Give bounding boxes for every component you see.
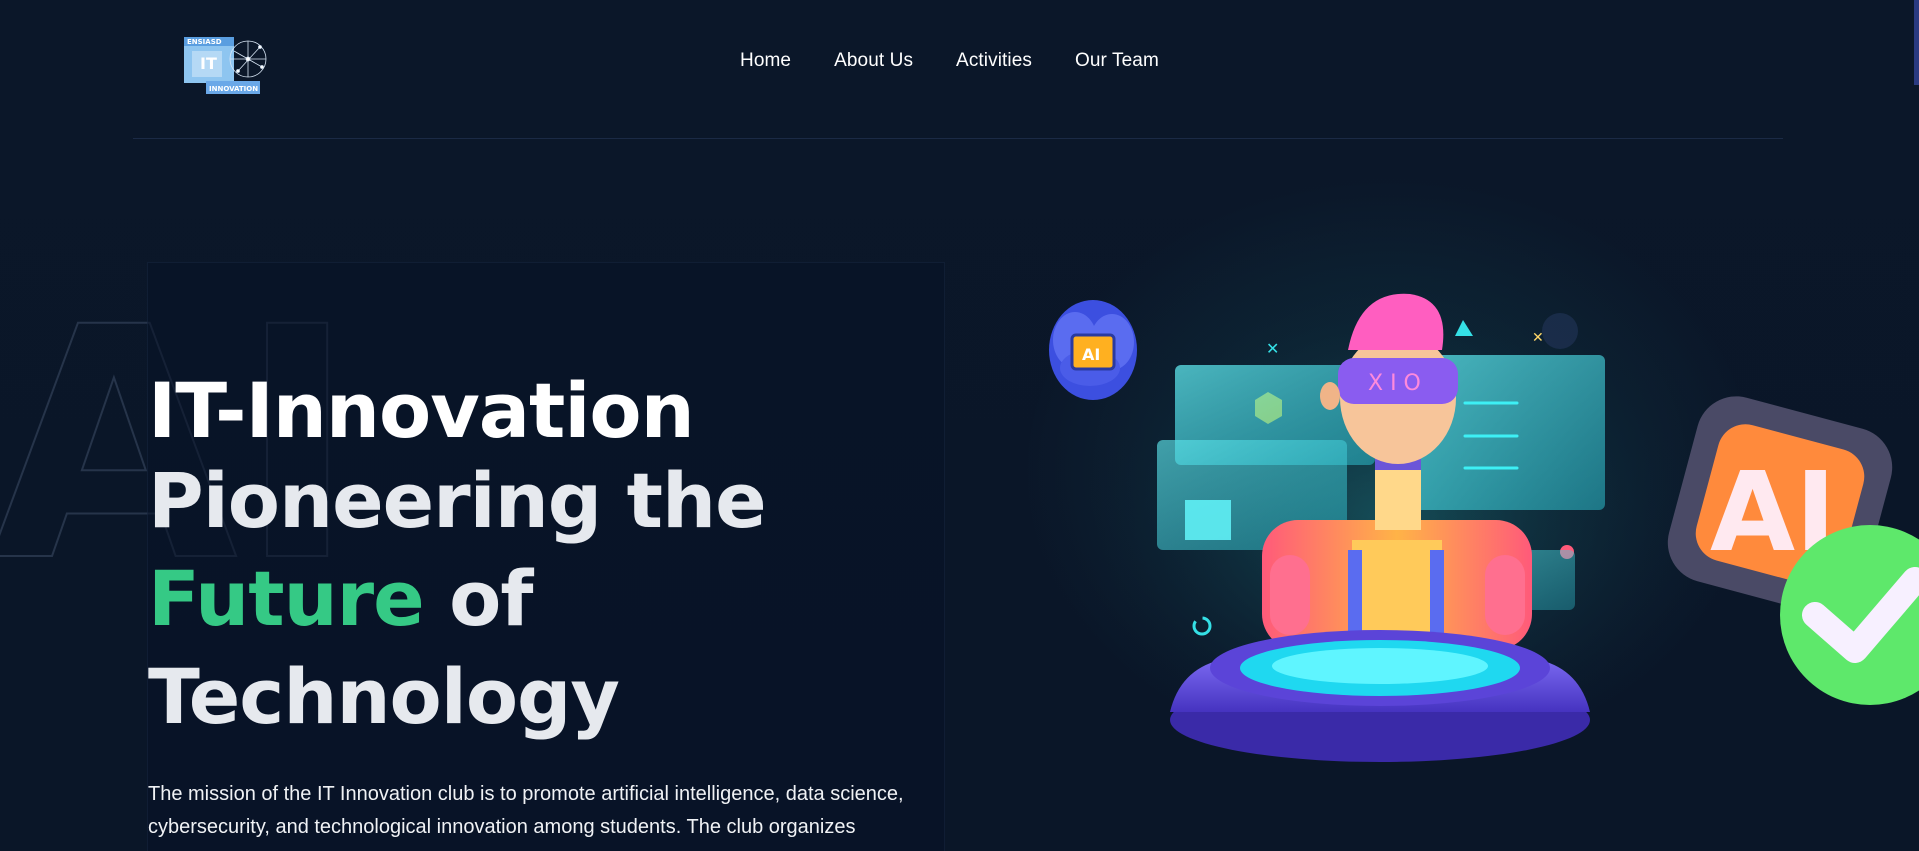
scrollbar-thumb[interactable]	[1914, 0, 1919, 85]
blur-orb	[1542, 313, 1578, 349]
cube-icon	[1185, 500, 1231, 540]
nav-our-team[interactable]: Our Team	[1075, 50, 1159, 72]
logo-bottom-text: INNOVATION	[209, 85, 258, 93]
nav-about-us[interactable]: About Us	[834, 50, 913, 72]
nav-links: Home About Us Activities Our Team	[740, 50, 1159, 72]
hero-title-line1: IT-Innovation	[148, 366, 695, 455]
visor-text: X I O	[1368, 371, 1421, 396]
brain-chip-label: AI	[1082, 345, 1100, 364]
hero-title-line2: Pioneering the	[148, 456, 767, 545]
hero-title-line3: Future of	[148, 550, 766, 648]
nav-home[interactable]: Home	[740, 50, 791, 72]
nav-divider	[133, 138, 1783, 139]
hologram-platform	[1170, 630, 1590, 762]
top-navigation: ENSIASD IT INNOVATION Home About Us Acti…	[0, 0, 1919, 138]
club-logo[interactable]: ENSIASD IT INNOVATION	[182, 33, 270, 97]
x-sparkle-icon-2: ✕	[1532, 330, 1544, 346]
x-sparkle-icon: ✕	[1266, 339, 1279, 358]
ai-chip-badge: AI	[1667, 396, 1919, 705]
page: ENSIASD IT INNOVATION Home About Us Acti…	[0, 0, 1919, 851]
logo-top-text: ENSIASD	[187, 38, 222, 46]
mission-text: The mission of the IT Innovation club is…	[148, 783, 904, 838]
hero-title-accent: Future	[148, 554, 425, 643]
hero-title-of: of	[423, 554, 533, 643]
network-brain-icon	[229, 40, 267, 78]
logo-mid-text: IT	[200, 54, 217, 73]
hero-illustration: AI ✕ ✕ X I O AI	[1049, 280, 1919, 762]
nav-activities[interactable]: Activities	[956, 50, 1032, 72]
hero-title: IT-Innovation Pioneering the Future of T…	[148, 366, 767, 746]
brain-chip-icon: AI	[1049, 300, 1137, 400]
hero-title-line4: Technology	[148, 652, 620, 741]
